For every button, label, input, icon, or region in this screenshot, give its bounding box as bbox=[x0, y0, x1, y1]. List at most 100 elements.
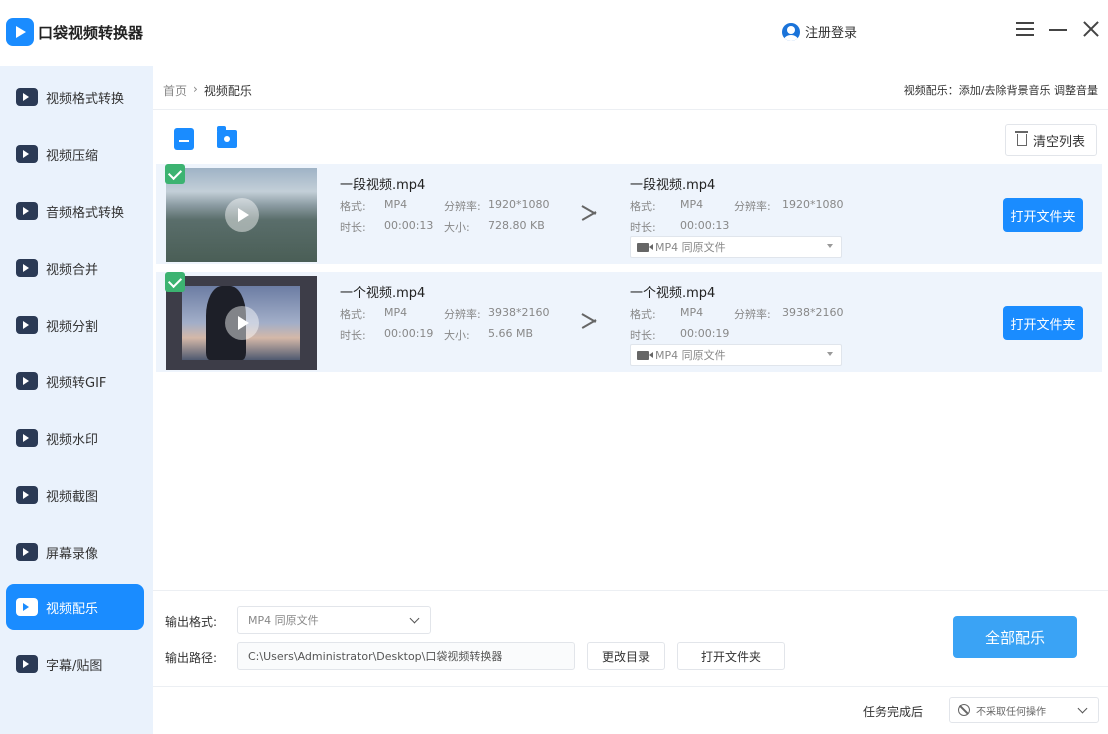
out-duration-label: 时长: bbox=[630, 329, 656, 342]
music-icon bbox=[16, 598, 38, 616]
menu-icon[interactable] bbox=[1014, 18, 1036, 40]
trash-icon bbox=[1014, 131, 1028, 146]
file-row: 一段视频.mp4 格式: MP4 分辨率: 1920*1080 时长: 00:0… bbox=[156, 164, 1102, 264]
sidebar-item-label: 视频截图 bbox=[46, 489, 99, 505]
app-logo-icon bbox=[6, 18, 34, 46]
shuffle-icon bbox=[581, 313, 597, 329]
out-format-label: 格式: bbox=[630, 200, 656, 213]
sidebar-item-label: 视频转GIF bbox=[46, 375, 107, 391]
login-button[interactable]: 注册登录 bbox=[782, 22, 857, 41]
video-convert-icon bbox=[16, 88, 38, 106]
video-icon bbox=[637, 350, 653, 360]
out-format-value: MP4 bbox=[680, 306, 704, 319]
checkbox-checked-icon[interactable] bbox=[165, 272, 185, 292]
sidebar-item-label: 视频压缩 bbox=[46, 148, 99, 164]
close-icon[interactable] bbox=[1080, 18, 1102, 40]
play-icon[interactable] bbox=[225, 198, 259, 232]
sidebar-item-label: 视频格式转换 bbox=[46, 91, 125, 107]
sidebar-item-screen-record[interactable]: 屏幕录像 bbox=[6, 529, 144, 575]
login-label: 注册登录 bbox=[805, 26, 858, 41]
out-resolution-value: 1920*1080 bbox=[782, 198, 844, 211]
resolution-label: 分辨率: bbox=[444, 200, 481, 213]
source-file-name: 一个视频.mp4 bbox=[340, 286, 426, 301]
after-task-value: 不采取任何操作 bbox=[976, 706, 1046, 718]
minimize-icon[interactable] bbox=[1047, 18, 1069, 40]
ban-icon bbox=[958, 704, 970, 716]
watermark-icon bbox=[16, 429, 38, 447]
change-directory-button[interactable]: 更改目录 bbox=[587, 642, 665, 670]
output-path-label: 输出路径: bbox=[165, 651, 218, 665]
add-folder-icon[interactable] bbox=[217, 126, 237, 148]
sidebar-item-label: 视频分割 bbox=[46, 319, 99, 335]
sidebar-item-compress[interactable]: 视频压缩 bbox=[6, 131, 144, 177]
sidebar-item-music[interactable]: 视频配乐 bbox=[6, 584, 144, 630]
open-output-folder-button[interactable]: 打开文件夹 bbox=[677, 642, 785, 670]
after-task-dropdown[interactable]: 不采取任何操作 bbox=[949, 697, 1099, 723]
merge-icon bbox=[16, 259, 38, 277]
breadcrumb-separator: › bbox=[193, 82, 198, 96]
user-icon bbox=[782, 22, 800, 41]
format-label: 格式: bbox=[340, 308, 366, 321]
sidebar-item-video-convert[interactable]: 视频格式转换 bbox=[6, 74, 144, 120]
caret-down-icon bbox=[827, 352, 833, 356]
resolution-value: 3938*2160 bbox=[488, 306, 550, 319]
title-bar: 口袋视频转换器 注册登录 bbox=[0, 0, 1108, 66]
resolution-value: 1920*1080 bbox=[488, 198, 550, 211]
divider bbox=[153, 109, 1108, 110]
out-duration-label: 时长: bbox=[630, 221, 656, 234]
add-file-icon[interactable] bbox=[174, 128, 194, 150]
divider bbox=[153, 686, 1108, 687]
sidebar-item-label: 屏幕录像 bbox=[46, 546, 99, 562]
output-file-name: 一段视频.mp4 bbox=[630, 178, 716, 193]
sidebar-item-label: 字幕/贴图 bbox=[46, 658, 103, 674]
split-icon bbox=[16, 316, 38, 334]
output-format-label: 输出格式: bbox=[165, 615, 218, 629]
checkbox-checked-icon[interactable] bbox=[165, 164, 185, 184]
out-format-label: 格式: bbox=[630, 308, 656, 321]
resolution-label: 分辨率: bbox=[444, 308, 481, 321]
video-thumbnail[interactable] bbox=[166, 276, 317, 370]
play-icon[interactable] bbox=[225, 306, 259, 340]
gif-icon bbox=[16, 372, 38, 390]
main-panel: 首页 › 视频配乐 视频配乐：添加/去除背景音乐 调整音量 清空列表 一段视频.… bbox=[153, 66, 1108, 734]
open-folder-button[interactable]: 打开文件夹 bbox=[1003, 198, 1083, 232]
chevron-down-icon bbox=[409, 613, 420, 624]
source-file-name: 一段视频.mp4 bbox=[340, 178, 426, 193]
sidebar-item-split[interactable]: 视频分割 bbox=[6, 302, 144, 348]
output-path-field[interactable] bbox=[237, 642, 575, 670]
duration-value: 00:00:13 bbox=[384, 219, 434, 232]
open-folder-button[interactable]: 打开文件夹 bbox=[1003, 306, 1083, 340]
sidebar-item-label: 视频配乐 bbox=[46, 601, 99, 617]
breadcrumb: 首页 › 视频配乐 bbox=[163, 82, 252, 99]
sidebar-item-merge[interactable]: 视频合并 bbox=[6, 245, 144, 291]
format-label: 格式: bbox=[340, 200, 366, 213]
screen-record-icon bbox=[16, 543, 38, 561]
start-all-button[interactable]: 全部配乐 bbox=[953, 616, 1077, 658]
out-duration-value: 00:00:13 bbox=[680, 219, 730, 232]
sidebar-item-audio-convert[interactable]: 音频格式转换 bbox=[6, 188, 144, 234]
breadcrumb-home[interactable]: 首页 bbox=[163, 82, 187, 99]
output-file-name: 一个视频.mp4 bbox=[630, 286, 716, 301]
size-label: 大小: bbox=[444, 329, 470, 342]
screenshot-icon bbox=[16, 486, 38, 504]
out-resolution-value: 3938*2160 bbox=[782, 306, 844, 319]
select-value: MP4 同原文件 bbox=[655, 241, 726, 254]
output-format-select[interactable]: MP4 同原文件 bbox=[630, 236, 842, 258]
sidebar-item-watermark[interactable]: 视频水印 bbox=[6, 415, 144, 461]
sidebar-item-gif[interactable]: 视频转GIF bbox=[6, 358, 144, 404]
format-value: MP4 bbox=[384, 306, 408, 319]
duration-label: 时长: bbox=[340, 221, 366, 234]
sidebar-item-subtitle[interactable]: 字幕/贴图 bbox=[6, 641, 144, 687]
caret-down-icon bbox=[827, 244, 833, 248]
clear-list-button[interactable]: 清空列表 bbox=[1005, 124, 1097, 156]
subtitle-icon bbox=[16, 655, 38, 673]
video-thumbnail[interactable] bbox=[166, 168, 317, 262]
duration-value: 00:00:19 bbox=[384, 327, 434, 340]
sidebar-item-screenshot[interactable]: 视频截图 bbox=[6, 472, 144, 518]
output-format-select[interactable]: MP4 同原文件 bbox=[630, 344, 842, 366]
app-title: 口袋视频转换器 bbox=[38, 24, 144, 42]
out-resolution-label: 分辨率: bbox=[734, 308, 771, 321]
output-format-value: MP4 同原文件 bbox=[248, 614, 319, 627]
output-format-dropdown[interactable]: MP4 同原文件 bbox=[237, 606, 431, 634]
sidebar-item-label: 音频格式转换 bbox=[46, 205, 125, 221]
